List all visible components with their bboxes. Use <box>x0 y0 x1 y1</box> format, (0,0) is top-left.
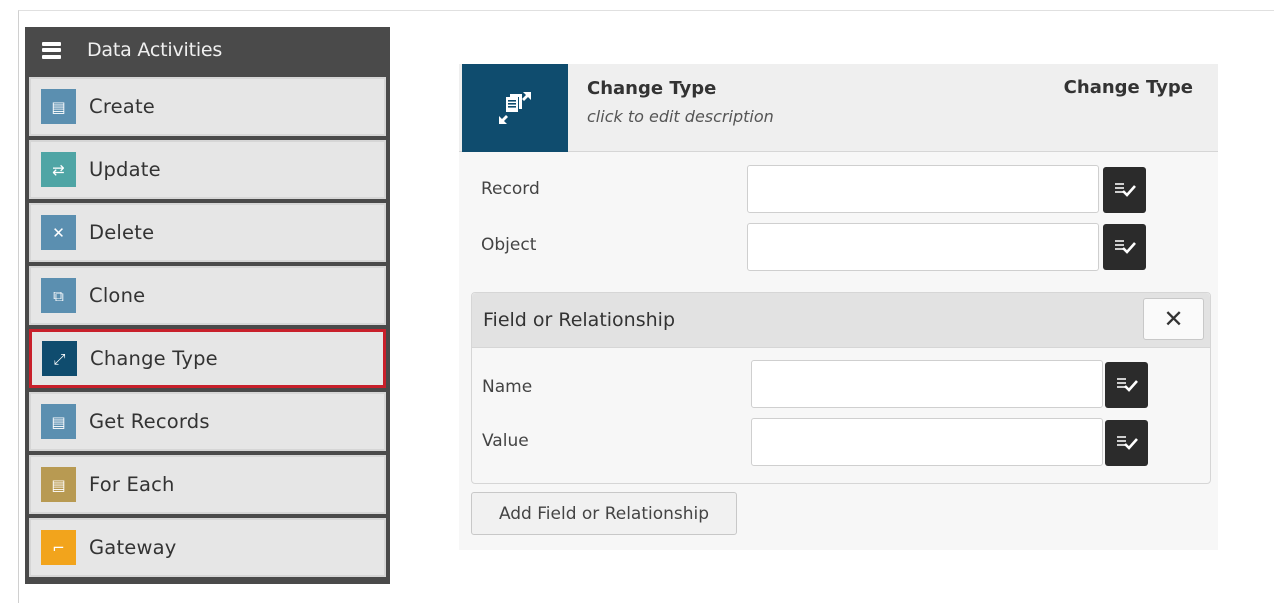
field-or-relationship-group: Field or Relationship ✕ Name Value <box>471 292 1211 484</box>
gateway-icon: ⌐ <box>41 530 76 565</box>
activity-change-type[interactable]: ⤢ Change Type <box>29 329 386 388</box>
value-row: Value <box>482 417 529 465</box>
checklist-icon <box>1116 378 1138 392</box>
activity-delete[interactable]: ✕ Delete <box>29 203 386 262</box>
object-row: Object <box>481 221 536 269</box>
activity-label: Update <box>89 158 161 181</box>
name-picker-button[interactable] <box>1105 362 1148 408</box>
add-field-or-relationship-button[interactable]: Add Field or Relationship <box>471 492 737 535</box>
activity-get-records[interactable]: ▤ Get Records <box>29 392 386 451</box>
object-input[interactable] <box>747 223 1099 271</box>
change-type-icon <box>462 64 568 152</box>
group-title: Field or Relationship <box>483 309 676 331</box>
value-label: Value <box>482 431 529 451</box>
value-picker-button[interactable] <box>1105 420 1148 466</box>
for-each-icon: ▤ <box>41 467 76 502</box>
activity-label: Change Type <box>90 347 218 370</box>
record-input[interactable] <box>747 165 1099 213</box>
activity-gateway[interactable]: ⌐ Gateway <box>29 518 386 577</box>
panel-header: Change Type click to edit description Ch… <box>459 64 1218 152</box>
name-input[interactable] <box>751 360 1103 408</box>
close-icon: ✕ <box>1163 305 1184 333</box>
object-picker-button[interactable] <box>1103 224 1146 270</box>
delete-icon: ✕ <box>41 215 76 250</box>
sidebar-header: Data Activities <box>29 27 386 73</box>
activity-label: Create <box>89 95 155 118</box>
activity-description[interactable]: click to edit description <box>587 107 774 126</box>
remove-group-button[interactable]: ✕ <box>1143 298 1204 340</box>
clone-icon: ⧉ <box>41 278 76 313</box>
value-input[interactable] <box>751 418 1103 466</box>
menu-icon[interactable] <box>42 41 61 59</box>
group-header: Field or Relationship <box>472 293 1210 348</box>
name-row: Name <box>482 363 532 411</box>
name-label: Name <box>482 377 533 397</box>
activity-label: Gateway <box>89 536 177 559</box>
data-activities-sidebar: Data Activities ▤ Create ⇄ Update ✕ Delete ⧉ Cl… <box>25 27 390 584</box>
object-label: Object <box>481 235 537 255</box>
activity-update[interactable]: ⇄ Update <box>29 140 386 199</box>
activity-list: ▤ Create ⇄ Update ✕ Delete ⧉ Clone ⤢ Change Type ▤… <box>29 77 386 577</box>
update-icon: ⇄ <box>41 152 76 187</box>
record-label: Record <box>481 179 540 199</box>
activity-label: Clone <box>89 284 146 307</box>
record-row: Record <box>481 165 540 213</box>
sidebar-title: Data Activities <box>87 39 223 61</box>
record-picker-button[interactable] <box>1103 167 1146 213</box>
create-icon: ▤ <box>41 89 76 124</box>
activity-label: Get Records <box>89 410 210 433</box>
activity-label: For Each <box>89 473 175 496</box>
activity-create[interactable]: ▤ Create <box>29 77 386 136</box>
change-type-icon: ⤢ <box>42 341 77 376</box>
get-records-icon: ▤ <box>41 404 76 439</box>
activity-type-label: Change Type <box>1063 77 1193 98</box>
activity-clone[interactable]: ⧉ Clone <box>29 266 386 325</box>
activity-for-each[interactable]: ▤ For Each <box>29 455 386 514</box>
checklist-icon <box>1114 240 1136 254</box>
activity-properties-panel: Change Type click to edit description Ch… <box>459 64 1218 550</box>
checklist-icon <box>1116 436 1138 450</box>
checklist-icon <box>1114 183 1136 197</box>
activity-label: Delete <box>89 221 155 244</box>
activity-title: Change Type <box>587 78 717 99</box>
